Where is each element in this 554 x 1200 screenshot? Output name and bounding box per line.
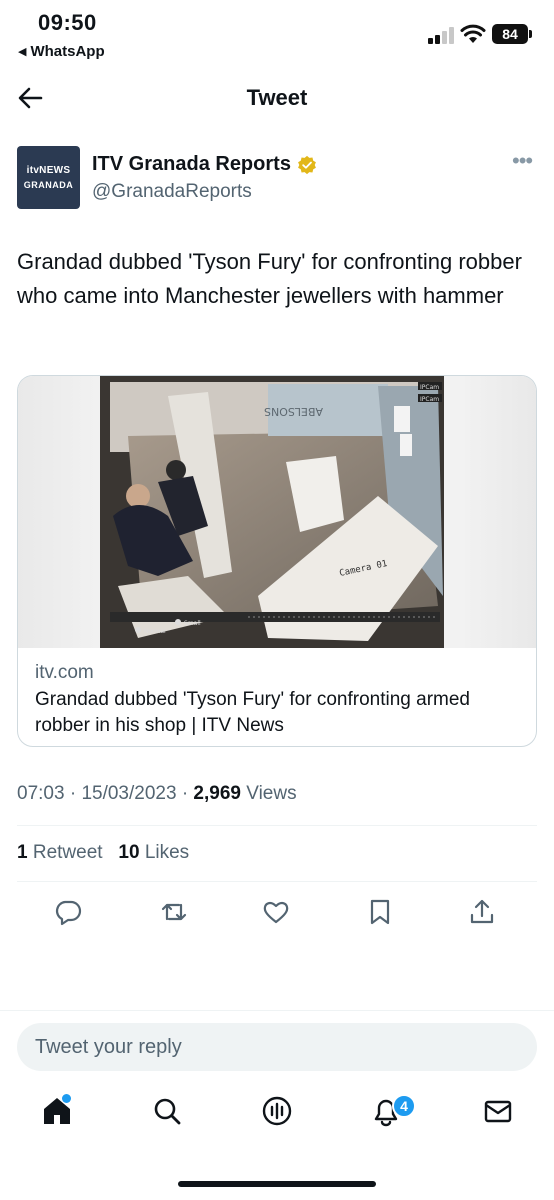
tweet-header: Tweet [0, 74, 554, 124]
divider [17, 881, 537, 882]
messages-icon[interactable] [481, 1094, 515, 1128]
tweet-stats: 1 Retweet 10 Likes [17, 842, 189, 864]
likes-label: Likes [144, 842, 190, 863]
reply-icon[interactable] [53, 897, 83, 927]
like-icon[interactable] [261, 897, 291, 927]
views-label: Views [246, 783, 297, 804]
bookmark-icon[interactable] [365, 897, 395, 927]
card-title: Grandad dubbed 'Tyson Fury' for confront… [35, 689, 470, 736]
more-options-icon[interactable]: ••• [512, 150, 533, 172]
avatar-sub-text: GRANADA [23, 180, 74, 190]
bottom-nav [0, 1094, 554, 1144]
retweet-icon[interactable] [159, 897, 189, 927]
home-unread-dot [62, 1094, 71, 1103]
status-time: 09:50 [38, 10, 97, 35]
notification-badge: 4 [392, 1094, 416, 1118]
likes-count: 10 [118, 842, 140, 863]
back-to-app-link[interactable]: ◀ WhatsApp [18, 43, 105, 60]
share-icon[interactable] [467, 897, 497, 927]
author-name-text: ITV Granada Reports [92, 153, 291, 175]
divider [17, 825, 537, 826]
author-name[interactable]: ITV Granada Reports [92, 153, 317, 176]
status-bar: 09:50 ◀ WhatsApp 84 [0, 0, 554, 70]
likes-stat[interactable]: 10 Likes [118, 842, 189, 863]
search-icon[interactable] [150, 1094, 184, 1128]
home-indicator[interactable] [178, 1181, 376, 1187]
battery-tip [529, 30, 532, 38]
tweet-text: Grandad dubbed 'Tyson Fury' for confront… [17, 249, 522, 308]
retweets-count: 1 [17, 842, 28, 863]
tweet-meta: 07:03 · 15/03/2023 · 2,969 Views [17, 783, 297, 805]
retweets-stat[interactable]: 1 Retweet [17, 842, 103, 863]
page-title: Tweet [246, 85, 308, 110]
cctv-still-image: ABELSONS Camera 01 Normal Small IPCam IP… [100, 376, 444, 648]
divider [0, 1010, 554, 1011]
avatar-logo-text: itvNEWS [26, 165, 71, 176]
meta-separator: · [181, 783, 189, 804]
card-image[interactable]: ABELSONS Camera 01 Normal Small IPCam IP… [18, 376, 536, 648]
reply-input[interactable]: Tweet your reply [17, 1023, 537, 1071]
reply-placeholder: Tweet your reply [35, 1036, 182, 1058]
author-handle[interactable]: @GranadaReports [92, 181, 252, 203]
overlay-small: Small [184, 620, 201, 627]
overlay-normal: Normal [144, 628, 166, 635]
tweet-actions [0, 897, 554, 933]
back-app-label: WhatsApp [30, 43, 105, 60]
tweet-date: 15/03/2023 [81, 783, 177, 804]
back-triangle-icon: ◀ [18, 46, 27, 58]
sign-text: ABELSONS [264, 405, 323, 418]
link-card[interactable]: ABELSONS Camera 01 Normal Small IPCam IP… [17, 375, 537, 747]
retweets-label: Retweet [32, 842, 103, 863]
overlay-ipcam-2: IPCam [420, 396, 439, 403]
meta-separator: · [69, 783, 77, 804]
verified-badge-icon [298, 155, 316, 174]
card-domain: itv.com [35, 662, 94, 683]
cellular-signal-icon [428, 26, 456, 44]
views-count: 2,969 [193, 783, 241, 804]
battery-icon: 84 [492, 24, 528, 44]
wifi-icon [460, 24, 486, 43]
tweet-time: 07:03 [17, 783, 65, 804]
spaces-icon[interactable] [260, 1094, 294, 1128]
overlay-ipcam-1: IPCam [420, 384, 439, 391]
avatar[interactable]: itvNEWS GRANADA [17, 146, 80, 209]
